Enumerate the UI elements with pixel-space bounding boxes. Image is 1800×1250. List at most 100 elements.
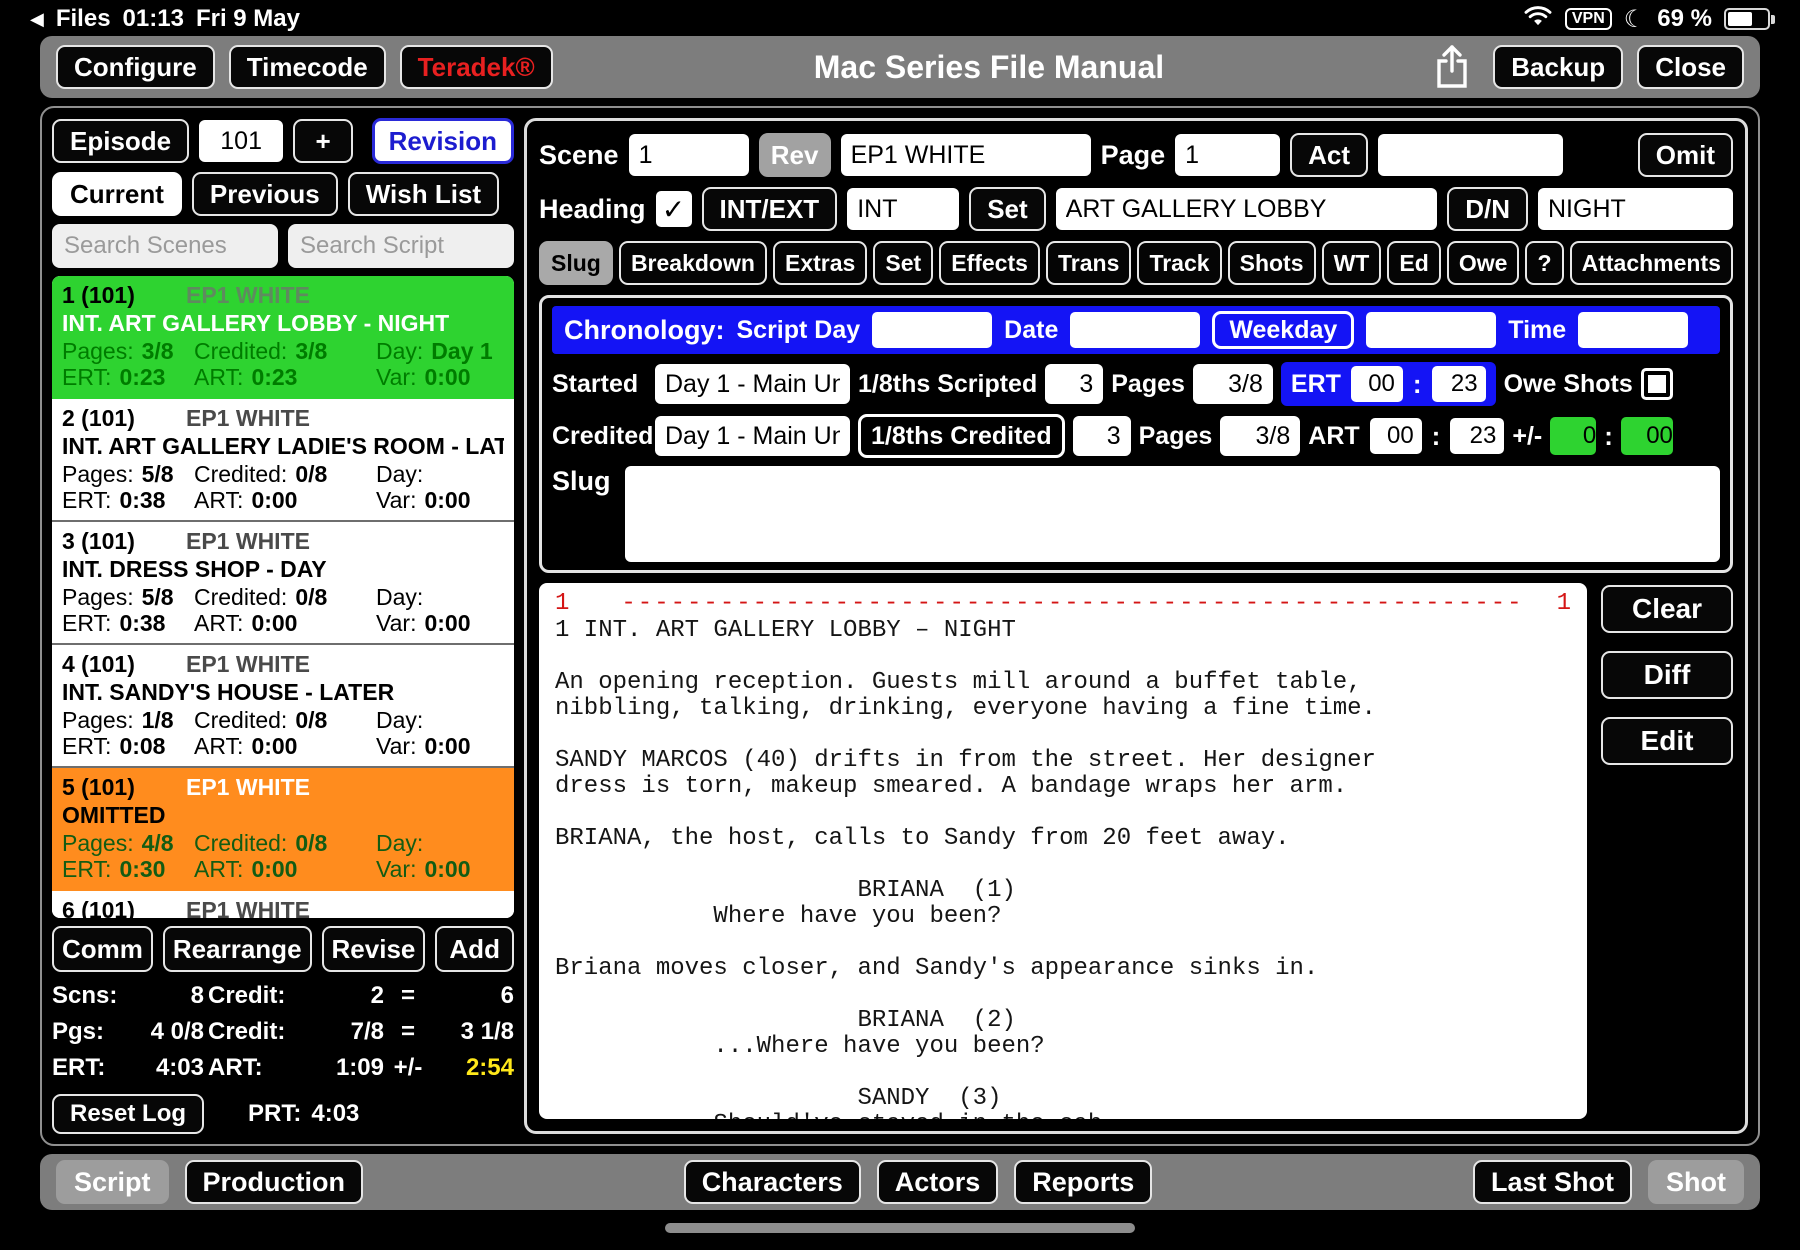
scene-number-input[interactable] bbox=[629, 134, 749, 176]
eighths-credited-input[interactable] bbox=[1073, 416, 1131, 456]
slug-textarea[interactable] bbox=[625, 466, 1721, 562]
script-line bbox=[555, 799, 1571, 825]
credited-unit-input[interactable] bbox=[655, 416, 850, 456]
credited-label: Credited bbox=[552, 422, 647, 451]
teradek-button[interactable]: Teradek® bbox=[400, 45, 553, 89]
ert-minutes-input[interactable] bbox=[1432, 366, 1486, 402]
tab-owe[interactable]: Owe bbox=[1447, 241, 1520, 285]
add-episode-button[interactable]: + bbox=[293, 119, 353, 163]
totals-value: 8 bbox=[126, 982, 204, 1010]
add-scene-button[interactable]: Add bbox=[435, 926, 514, 972]
last-shot-button[interactable]: Last Shot bbox=[1473, 1160, 1632, 1204]
tab-previous[interactable]: Previous bbox=[192, 172, 338, 216]
day-night-button[interactable]: D/N bbox=[1447, 187, 1528, 231]
rev-button[interactable]: Rev bbox=[759, 133, 831, 177]
eighths-credited-button[interactable]: 1/8ths Credited bbox=[858, 414, 1065, 458]
tab-set[interactable]: Set bbox=[873, 241, 933, 285]
scene-list-item[interactable]: 4 (101) EP1 WHITE INT. SANDY'S HOUSE - L… bbox=[52, 645, 514, 768]
episode-button[interactable]: Episode bbox=[52, 119, 189, 163]
back-to-app-icon[interactable]: ◀ bbox=[30, 9, 44, 30]
scene-list[interactable]: 1 (101) EP1 WHITE INT. ART GALLERY LOBBY… bbox=[52, 276, 514, 918]
tab-extras[interactable]: Extras bbox=[773, 241, 867, 285]
configure-button[interactable]: Configure bbox=[56, 45, 215, 89]
shot-button[interactable]: Shot bbox=[1648, 1160, 1744, 1204]
episode-number-input[interactable] bbox=[199, 120, 283, 162]
owe-shots-checkbox[interactable] bbox=[1641, 368, 1673, 400]
scene-navigator-panel: Episode + Revision Current Previous Wish… bbox=[52, 118, 514, 1134]
tab-ed[interactable]: Ed bbox=[1387, 241, 1440, 285]
production-button[interactable]: Production bbox=[185, 1160, 364, 1204]
heading-checkbox[interactable]: ✓ bbox=[656, 191, 692, 227]
scene-list-item[interactable]: 5 (101) EP1 WHITE OMITTED Pages:4/8 Cred… bbox=[52, 768, 514, 891]
date-input[interactable] bbox=[1070, 312, 1200, 348]
day-night-input[interactable] bbox=[1538, 188, 1733, 230]
art-hours-input[interactable] bbox=[1370, 418, 1422, 454]
backup-button[interactable]: Backup bbox=[1493, 45, 1623, 89]
tab-shots[interactable]: Shots bbox=[1228, 241, 1316, 285]
script-day-input[interactable] bbox=[872, 312, 992, 348]
set-button[interactable]: Set bbox=[969, 187, 1045, 231]
chronology-bar: Chronology: Script Day Date Weekday Time bbox=[552, 306, 1720, 354]
page-number-input[interactable] bbox=[1175, 134, 1280, 176]
tab-effects[interactable]: Effects bbox=[939, 241, 1040, 285]
scene-list-item[interactable]: 3 (101) EP1 WHITE INT. DRESS SHOP - DAY … bbox=[52, 522, 514, 645]
variance-hours-input[interactable] bbox=[1550, 417, 1596, 455]
tab-slug[interactable]: Slug bbox=[539, 241, 613, 285]
script-line: An opening reception. Guests mill around… bbox=[555, 669, 1571, 695]
weekday-input[interactable] bbox=[1366, 312, 1496, 348]
characters-button[interactable]: Characters bbox=[684, 1160, 861, 1204]
weekday-button[interactable]: Weekday bbox=[1212, 311, 1354, 349]
act-input[interactable] bbox=[1378, 134, 1563, 176]
scene-item-episode-color: EP1 WHITE bbox=[186, 651, 310, 677]
scene-list-item[interactable]: 6 (101) EP1 WHITE INT. TAXI CAB - EVENIN… bbox=[52, 891, 514, 918]
tab-attachments[interactable]: Attachments bbox=[1570, 241, 1733, 285]
timecode-button[interactable]: Timecode bbox=[229, 45, 386, 89]
script-line: Should've stayed in the cab. bbox=[555, 1111, 1571, 1119]
revision-color-input[interactable] bbox=[841, 134, 1091, 176]
rearrange-button[interactable]: Rearrange bbox=[163, 926, 312, 972]
tab-track[interactable]: Track bbox=[1137, 241, 1221, 285]
int-ext-input[interactable] bbox=[847, 188, 959, 230]
scene-list-item[interactable]: 2 (101) EP1 WHITE INT. ART GALLERY LADIE… bbox=[52, 399, 514, 522]
started-unit-input[interactable] bbox=[655, 364, 850, 404]
omit-button[interactable]: Omit bbox=[1638, 133, 1733, 177]
home-indicator[interactable] bbox=[665, 1223, 1135, 1233]
share-export-icon[interactable] bbox=[1425, 42, 1479, 92]
tab-current[interactable]: Current bbox=[52, 172, 182, 216]
tab-wt[interactable]: WT bbox=[1322, 241, 1382, 285]
clear-button[interactable]: Clear bbox=[1601, 585, 1733, 633]
scene-list-item[interactable]: 1 (101) EP1 WHITE INT. ART GALLERY LOBBY… bbox=[52, 276, 514, 399]
totals-label: Credit: bbox=[208, 1018, 300, 1046]
revision-button[interactable]: Revision bbox=[372, 118, 514, 164]
ert-hours-input[interactable] bbox=[1351, 366, 1403, 402]
back-to-app-label[interactable]: Files bbox=[56, 5, 111, 33]
comm-button[interactable]: Comm bbox=[52, 926, 153, 972]
scene-item-episode-color: EP1 WHITE bbox=[186, 405, 310, 431]
set-input[interactable] bbox=[1056, 188, 1438, 230]
int-ext-button[interactable]: INT/EXT bbox=[702, 187, 838, 231]
tab-trans[interactable]: Trans bbox=[1046, 241, 1131, 285]
revise-button[interactable]: Revise bbox=[322, 926, 426, 972]
time-input[interactable] bbox=[1578, 312, 1688, 348]
diff-button[interactable]: Diff bbox=[1601, 651, 1733, 699]
actors-button[interactable]: Actors bbox=[877, 1160, 999, 1204]
reports-button[interactable]: Reports bbox=[1014, 1160, 1152, 1204]
search-script-input[interactable] bbox=[288, 224, 514, 268]
ert-label: ERT bbox=[1291, 370, 1341, 399]
reset-log-button[interactable]: Reset Log bbox=[52, 1094, 204, 1134]
act-button[interactable]: Act bbox=[1290, 133, 1368, 177]
close-button[interactable]: Close bbox=[1637, 45, 1744, 89]
variance-minutes-input[interactable] bbox=[1621, 417, 1673, 455]
script-mode-button[interactable]: Script bbox=[56, 1160, 169, 1204]
tab-breakdown[interactable]: Breakdown bbox=[619, 241, 767, 285]
tab--[interactable]: ? bbox=[1525, 241, 1563, 285]
art-minutes-input[interactable] bbox=[1450, 418, 1504, 454]
eighths-scripted-input[interactable] bbox=[1045, 364, 1103, 404]
edit-button[interactable]: Edit bbox=[1601, 717, 1733, 765]
search-scenes-input[interactable] bbox=[52, 224, 278, 268]
pages-scripted-input[interactable] bbox=[1193, 364, 1273, 404]
totals-operator: +/- bbox=[388, 1054, 428, 1082]
pages-credited-input[interactable] bbox=[1220, 416, 1300, 456]
script-line bbox=[555, 981, 1571, 1007]
tab-wish-list[interactable]: Wish List bbox=[348, 172, 499, 216]
